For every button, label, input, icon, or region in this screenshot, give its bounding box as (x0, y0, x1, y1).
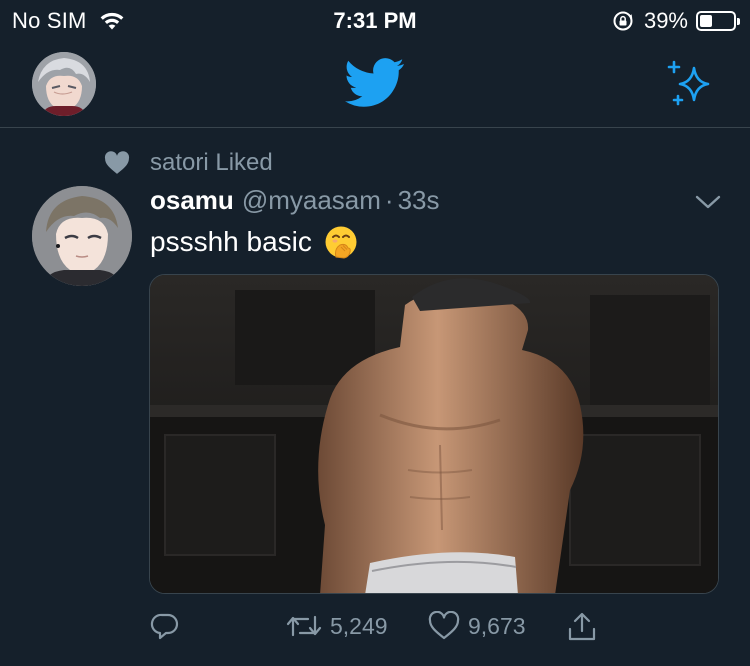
like-button[interactable]: 9,673 (428, 611, 526, 641)
profile-avatar[interactable] (32, 52, 96, 116)
chevron-down-icon[interactable] (694, 193, 722, 211)
profile-avatar-image (32, 52, 96, 116)
tweet-text: pssshh basic (150, 225, 358, 259)
retweet-button[interactable]: 5,249 (286, 611, 388, 641)
twitter-bird-icon[interactable] (344, 58, 406, 108)
tweet-text-content: pssshh basic (150, 226, 312, 257)
reply-button[interactable] (150, 611, 180, 641)
tweet-timestamp[interactable]: 33s (398, 185, 440, 216)
share-icon (568, 612, 596, 641)
like-count: 9,673 (468, 612, 526, 639)
tweet-author-avatar[interactable] (32, 186, 132, 286)
heart-icon (104, 151, 130, 174)
tweet-header: osamu @myaasam · 33s (150, 185, 440, 216)
tweet-actions: 5,249 9,673 (150, 611, 710, 651)
battery-icon (696, 11, 740, 31)
heart-outline-icon (428, 611, 460, 640)
tweet-photo-image (150, 275, 718, 593)
battery-percent: 39% (643, 8, 688, 33)
retweet-count: 5,249 (330, 612, 388, 639)
author-handle[interactable]: @myaasam (242, 185, 381, 216)
tweet-media-photo[interactable] (149, 274, 719, 594)
social-context: satori Liked (104, 149, 273, 177)
retweet-icon (286, 615, 322, 637)
timeline-header (0, 40, 750, 128)
social-context-label: satori Liked (150, 149, 273, 176)
status-bar: No SIM 7:31 PM 39% (0, 0, 750, 40)
tweet[interactable]: satori Liked osamu @myaasam · 33s pssshh… (0, 129, 750, 666)
face-with-hand-over-mouth-emoji-icon (325, 226, 357, 259)
sparkle-icon[interactable] (664, 58, 716, 110)
rotation-lock-icon (613, 11, 633, 31)
status-right: 39% (612, 8, 740, 34)
separator-dot: · (384, 185, 394, 215)
share-button[interactable] (566, 611, 598, 643)
author-display-name[interactable]: osamu (150, 185, 234, 216)
tweet-author-avatar-image (32, 186, 132, 286)
reply-icon (150, 613, 179, 640)
